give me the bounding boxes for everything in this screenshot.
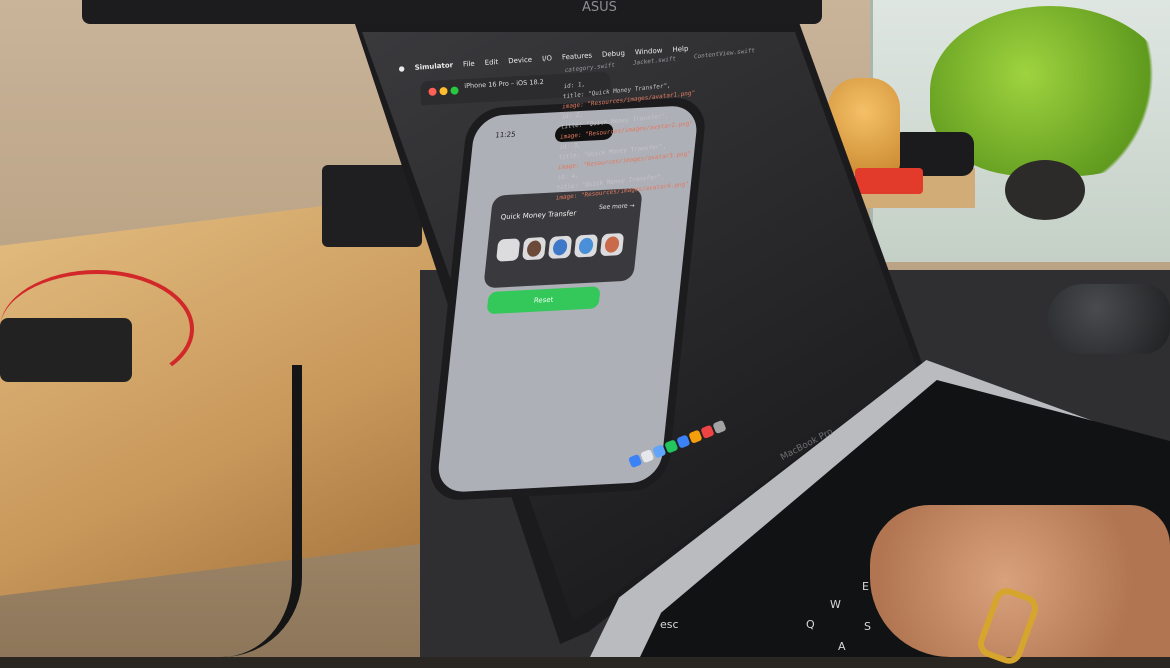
- launchpad-icon[interactable]: [640, 449, 655, 464]
- status-time: 11:25: [494, 130, 516, 140]
- menu-window[interactable]: Window: [635, 47, 663, 57]
- black-cable: [92, 365, 302, 657]
- menu-io[interactable]: I/O: [542, 54, 552, 63]
- aquarium-rock: [1005, 160, 1085, 220]
- close-icon[interactable]: [428, 87, 437, 96]
- minimize-icon[interactable]: [439, 86, 448, 96]
- menu-simulator[interactable]: Simulator: [414, 61, 453, 72]
- monitor-brand: ASUS: [582, 0, 617, 15]
- key-s[interactable]: S: [864, 620, 871, 633]
- monitor-stand: ASUS: [82, 0, 822, 24]
- zoom-icon[interactable]: [450, 86, 459, 95]
- contact-avatar[interactable]: [521, 236, 547, 261]
- key-e[interactable]: E: [862, 580, 869, 593]
- calendar-icon[interactable]: [700, 424, 715, 439]
- safari-icon[interactable]: [652, 444, 667, 459]
- key-w[interactable]: W: [830, 598, 841, 611]
- computer-mouse: [1048, 284, 1170, 354]
- mail-icon[interactable]: [676, 434, 691, 449]
- settings-icon[interactable]: [712, 419, 727, 435]
- menu-file[interactable]: File: [463, 60, 475, 69]
- menu-edit[interactable]: Edit: [484, 58, 498, 67]
- photos-icon[interactable]: [688, 429, 703, 444]
- menu-features[interactable]: Features: [562, 51, 593, 61]
- simulator-title: iPhone 16 Pro – iOS 18.2: [464, 77, 545, 91]
- key-a[interactable]: A: [838, 640, 846, 653]
- messages-icon[interactable]: [664, 439, 679, 454]
- key-esc[interactable]: esc: [660, 618, 679, 631]
- key-q[interactable]: Q: [806, 618, 815, 631]
- apple-icon[interactable]: ●: [398, 65, 405, 73]
- menu-device[interactable]: Device: [508, 56, 532, 66]
- add-contact-avatar[interactable]: [496, 238, 521, 262]
- xcode-editor: category.swift Jacket.swift ContentView.…: [541, 32, 893, 411]
- menu-debug[interactable]: Debug: [602, 49, 626, 59]
